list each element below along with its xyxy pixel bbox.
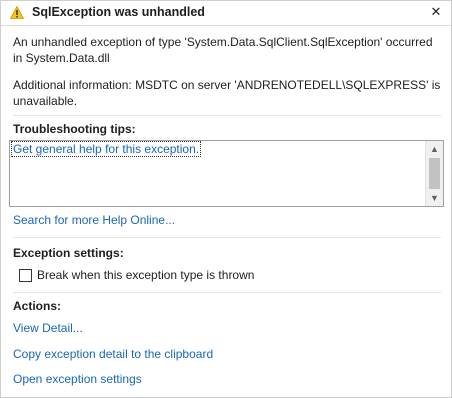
troubleshooting-tips-list[interactable]: Get general help for this exception. ▲ ▼ xyxy=(9,140,444,207)
scrollbar-thumb[interactable] xyxy=(429,158,440,189)
break-on-exception-label[interactable]: Break when this exception type is thrown xyxy=(37,268,254,282)
dialog-title: SqlException was unhandled xyxy=(32,5,205,19)
scroll-down-arrow-icon[interactable]: ▼ xyxy=(426,190,443,206)
exception-settings-heading: Exception settings: xyxy=(13,246,124,260)
view-detail-link[interactable]: View Detail... xyxy=(13,321,83,335)
divider xyxy=(13,237,441,238)
title-bar: SqlException was unhandled ✕ xyxy=(1,1,451,26)
troubleshooting-heading: Troubleshooting tips: xyxy=(13,122,136,136)
close-icon[interactable]: ✕ xyxy=(427,3,445,21)
actions-heading: Actions: xyxy=(13,299,61,313)
tips-scrollbar[interactable]: ▲ ▼ xyxy=(425,141,443,206)
divider xyxy=(13,292,441,293)
scroll-up-arrow-icon[interactable]: ▲ xyxy=(426,141,443,157)
divider xyxy=(13,115,441,116)
copy-exception-detail-link[interactable]: Copy exception detail to the clipboard xyxy=(13,347,213,361)
general-help-link[interactable]: Get general help for this exception. xyxy=(10,141,202,157)
warning-icon xyxy=(10,6,24,19)
open-exception-settings-link[interactable]: Open exception settings xyxy=(13,372,142,386)
additional-information: Additional information: MSDTC on server … xyxy=(13,78,441,108)
break-on-exception-checkbox[interactable] xyxy=(19,269,32,282)
exception-dialog: SqlException was unhandled ✕ An unhandle… xyxy=(0,0,452,398)
search-help-online-link[interactable]: Search for more Help Online... xyxy=(13,213,175,227)
exception-message: An unhandled exception of type 'System.D… xyxy=(13,35,433,65)
